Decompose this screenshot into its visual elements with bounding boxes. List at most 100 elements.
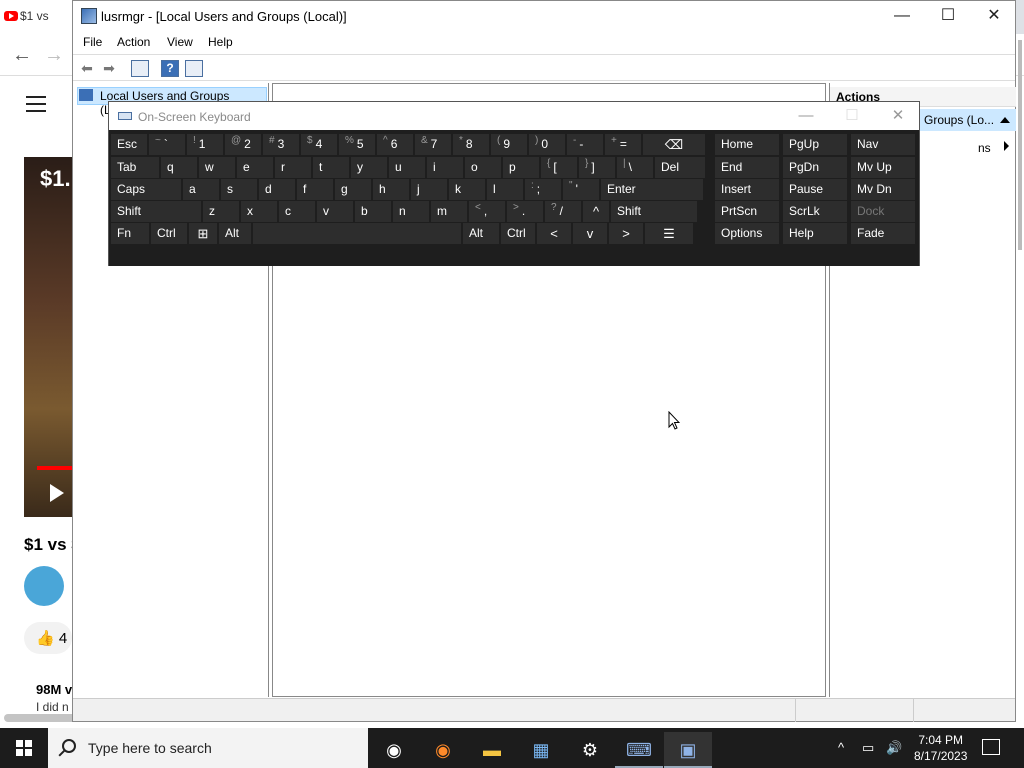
osk-key[interactable]: t <box>313 157 349 178</box>
osk-key[interactable]: Esc <box>111 134 147 155</box>
osk-key[interactable]: & 7 <box>415 134 451 155</box>
osk-key[interactable]: ? / <box>545 201 581 222</box>
osk-nav-key[interactable]: Fade <box>851 223 915 244</box>
osk-key[interactable]: Del <box>655 157 705 178</box>
show-hide-console-tree-icon[interactable] <box>131 60 149 77</box>
osk-key[interactable]: l <box>487 179 523 200</box>
osk-key[interactable]: s <box>221 179 257 200</box>
osk-key[interactable]: ~ ` <box>149 134 185 155</box>
browser-tab[interactable]: $1 vs <box>0 0 80 34</box>
firefox-icon[interactable]: ◉ <box>419 732 467 768</box>
osk-key[interactable]: Ctrl <box>501 223 535 244</box>
osk-key[interactable]: + = <box>605 134 641 155</box>
back-icon[interactable]: ⬅ <box>77 59 97 77</box>
osk-key[interactable]: <, <box>469 201 505 222</box>
down-arrow-icon[interactable]: v <box>573 223 607 244</box>
osk-key[interactable]: $4 <box>301 134 337 155</box>
menu-file[interactable]: File <box>83 35 102 49</box>
osk-key[interactable]: Ctrl <box>151 223 187 244</box>
osk-key[interactable]: }] <box>579 157 615 178</box>
osk-key[interactable]: Alt <box>219 223 251 244</box>
close-button[interactable]: ✕ <box>971 1 1017 31</box>
osk-key[interactable]: >. <box>507 201 543 222</box>
play-icon[interactable] <box>50 484 64 502</box>
osk-key[interactable]: ^ 6 <box>377 134 413 155</box>
osk-nav-key[interactable]: Pause <box>783 179 847 200</box>
maximize-button[interactable]: ☐ <box>925 1 971 31</box>
osk-key[interactable]: g <box>335 179 371 200</box>
osk-key[interactable]: z <box>203 201 239 222</box>
osk-key[interactable]: Caps <box>111 179 181 200</box>
osk-key[interactable]: Shift <box>611 201 697 222</box>
channel-avatar[interactable] <box>24 566 64 606</box>
menu-icon[interactable] <box>26 96 46 112</box>
osk-title-bar[interactable]: On-Screen Keyboard — ☐ ✕ <box>109 102 919 130</box>
osk-key[interactable]: o <box>465 157 501 178</box>
network-icon[interactable]: ▭ <box>862 740 874 756</box>
menu-help[interactable]: Help <box>208 35 233 49</box>
osk-nav-key[interactable]: Mv Dn <box>851 179 915 200</box>
osk-key[interactable]: #3 <box>263 134 299 155</box>
osk-key[interactable]: :; <box>525 179 561 200</box>
osk-nav-key[interactable]: PgDn <box>783 157 847 178</box>
osk-minimize-button[interactable]: — <box>783 102 829 130</box>
menu-icon[interactable]: ☰ <box>645 223 693 244</box>
windows-icon[interactable]: ⊞ <box>189 223 217 244</box>
osk-nav-key[interactable]: PrtScn <box>715 201 779 222</box>
submenu-arrow-icon[interactable] <box>1004 141 1009 151</box>
osk-taskbar-icon[interactable]: ⌨ <box>615 732 663 768</box>
osk-key[interactable]: c <box>279 201 315 222</box>
osk-key[interactable]: Shift <box>111 201 201 222</box>
osk-nav-key[interactable]: Home <box>715 134 779 155</box>
osk-key-space[interactable] <box>253 223 461 244</box>
forward-arrow-icon[interactable]: → <box>44 44 64 67</box>
osk-key[interactable]: a <box>183 179 219 200</box>
start-icon[interactable] <box>16 740 32 756</box>
osk-key[interactable]: Fn <box>111 223 149 244</box>
osk-key[interactable]: m <box>431 201 467 222</box>
forward-icon[interactable]: ➡ <box>99 59 119 77</box>
osk-key[interactable]: e <box>237 157 273 178</box>
osk-key[interactable]: n <box>393 201 429 222</box>
osk-key[interactable]: q <box>161 157 197 178</box>
video-thumbnail[interactable] <box>24 157 72 517</box>
tray-chevron-icon[interactable]: ^ <box>838 740 844 755</box>
osk-nav-key[interactable]: Help <box>783 223 847 244</box>
osk-key[interactable]: u <box>389 157 425 178</box>
osk-key[interactable]: ! 1 <box>187 134 223 155</box>
osk-key[interactable]: p <box>503 157 539 178</box>
page-scrollbar[interactable] <box>1018 40 1022 250</box>
more-actions-item[interactable]: ns <box>978 141 991 155</box>
osk-key[interactable]: v <box>317 201 353 222</box>
like-button[interactable]: 👍 4 <box>24 622 72 654</box>
left-arrow-icon[interactable]: < <box>537 223 571 244</box>
menu-action[interactable]: Action <box>117 35 150 49</box>
osk-key[interactable]: (9 <box>491 134 527 155</box>
mmc-taskbar-icon[interactable]: ▣ <box>664 732 712 768</box>
osk-key[interactable]: {[ <box>541 157 577 178</box>
osk-key[interactable]: * 8 <box>453 134 489 155</box>
osk-key[interactable]: x <box>241 201 277 222</box>
title-bar[interactable]: lusrmgr - [Local Users and Groups (Local… <box>73 1 1015 31</box>
osk-key[interactable]: b <box>355 201 391 222</box>
osk-key[interactable]: r <box>275 157 311 178</box>
back-arrow-icon[interactable]: ← <box>12 44 32 67</box>
osk-key[interactable]: ) 0 <box>529 134 565 155</box>
menu-view[interactable]: View <box>167 35 193 49</box>
osk-nav-key[interactable]: End <box>715 157 779 178</box>
right-arrow-icon[interactable]: > <box>609 223 643 244</box>
clock[interactable]: 7:04 PM 8/17/2023 <box>914 732 967 764</box>
osk-nav-key[interactable]: ScrLk <box>783 201 847 222</box>
osk-maximize-button[interactable]: ☐ <box>829 102 875 130</box>
osk-key[interactable]: h <box>373 179 409 200</box>
osk-key[interactable]: @2 <box>225 134 261 155</box>
osk-key[interactable]: Alt <box>463 223 499 244</box>
osk-key[interactable]: % 5 <box>339 134 375 155</box>
osk-nav-key[interactable]: Options <box>715 223 779 244</box>
backspace-icon[interactable]: ⌫ <box>643 134 705 155</box>
up-arrow-icon[interactable]: ^ <box>583 201 609 222</box>
settings-icon[interactable]: ⚙ <box>566 732 614 768</box>
collapse-arrow-icon[interactable] <box>1000 117 1010 123</box>
help-icon[interactable]: ? <box>161 60 179 77</box>
show-hide-action-pane-icon[interactable] <box>185 60 203 77</box>
